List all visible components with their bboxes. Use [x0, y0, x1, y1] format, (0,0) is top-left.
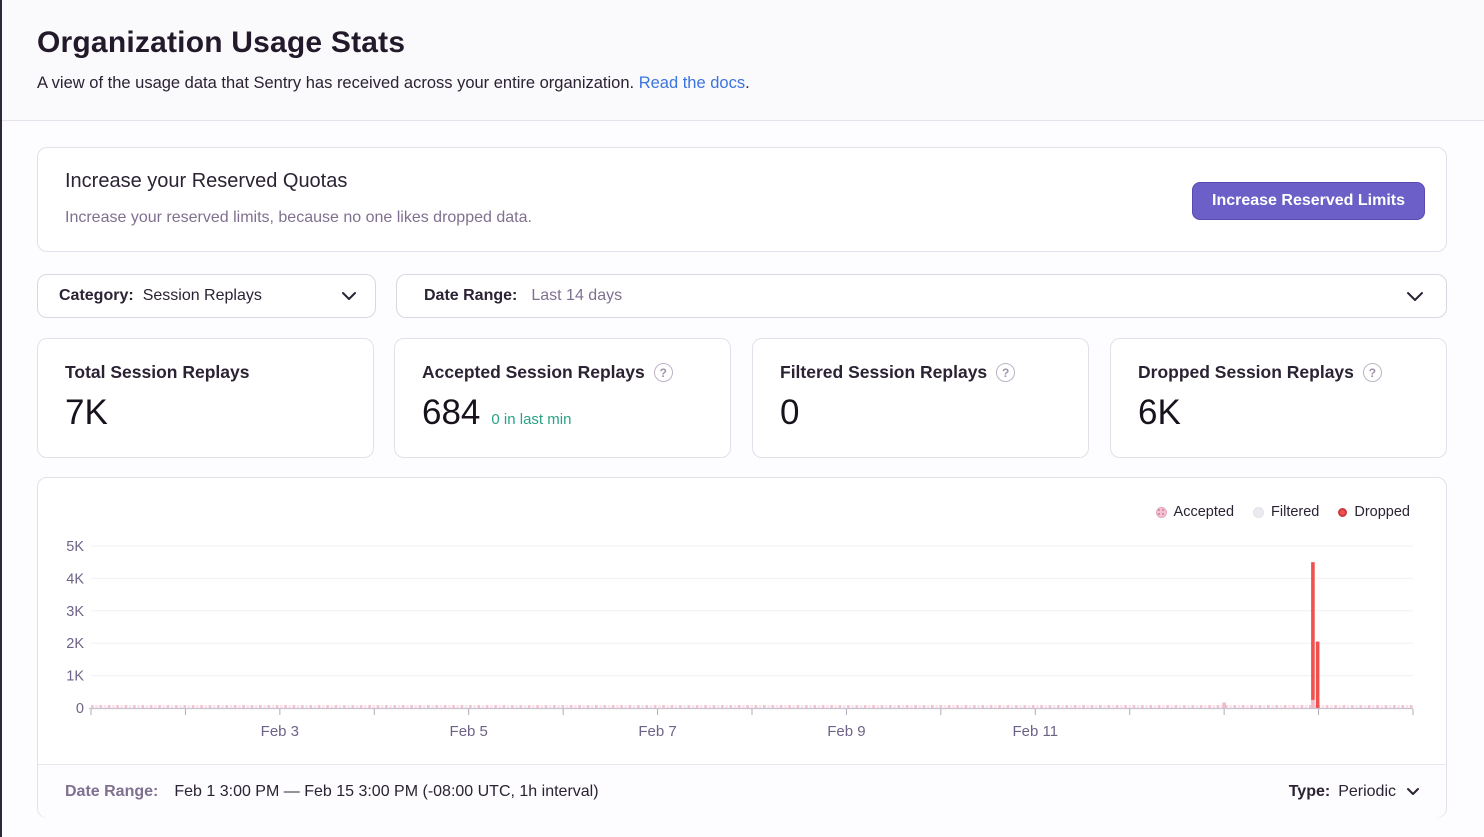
app-left-edge [0, 0, 2, 837]
read-the-docs-link[interactable]: Read the docs [639, 74, 745, 92]
svg-text:Feb 7: Feb 7 [638, 723, 676, 740]
page-subtitle-period: . [745, 74, 750, 92]
svg-text:Feb 11: Feb 11 [1012, 723, 1058, 740]
legend-label: Filtered [1271, 504, 1319, 520]
category-select[interactable]: Category: Session Replays [37, 274, 376, 318]
stat-card-trend: 0 in last min [491, 411, 571, 428]
page-subtitle: A view of the usage data that Sentry has… [37, 74, 1447, 93]
legend-item-filtered[interactable]: Filtered [1253, 504, 1319, 520]
accepted-series-icon [1156, 507, 1167, 518]
chevron-down-icon [1406, 787, 1420, 796]
stat-card-value: 0 [780, 393, 799, 433]
footer-date-range-value: Feb 1 3:00 PM — Feb 15 3:00 PM (-08:00 U… [174, 783, 598, 801]
legend-item-accepted[interactable]: Accepted [1156, 504, 1234, 520]
chart-footer: Date Range: Feb 1 3:00 PM — Feb 15 3:00 … [38, 764, 1446, 818]
legend-label: Dropped [1354, 504, 1410, 520]
stat-card-value: 684 [422, 393, 480, 433]
category-select-value: Session Replays [143, 287, 262, 305]
page-title: Organization Usage Stats [37, 26, 1447, 60]
legend-label: Accepted [1174, 504, 1234, 520]
stat-card-value: 7K [65, 393, 108, 433]
dropped-series-icon [1338, 508, 1347, 517]
svg-text:Feb 9: Feb 9 [827, 723, 865, 740]
stat-card-title: Dropped Session Replays [1138, 362, 1354, 383]
svg-text:2K: 2K [66, 636, 84, 652]
usage-chart[interactable]: Feb 3 Feb 5 Feb 7 Feb 9 Feb 11 0 1K 2K 3K 4K 5K Ac… [38, 478, 1446, 764]
svg-text:Feb 5: Feb 5 [450, 723, 488, 740]
chevron-down-icon [1406, 291, 1424, 302]
page-subtitle-text: A view of the usage data that Sentry has… [37, 74, 634, 92]
usage-chart-card: Feb 3 Feb 5 Feb 7 Feb 9 Feb 11 0 1K 2K 3K 4K 5K Ac… [37, 477, 1447, 818]
type-select-label: Type: [1289, 783, 1330, 801]
help-icon[interactable]: ? [996, 363, 1015, 382]
chart-legend: Accepted Filtered Dropped [1156, 504, 1410, 520]
stat-card-accepted: Accepted Session Replays ? 684 0 in last… [394, 338, 731, 458]
type-select-value: Periodic [1338, 783, 1396, 801]
increase-reserved-limits-button[interactable]: Increase Reserved Limits [1192, 182, 1425, 220]
date-range-select-value: Last 14 days [531, 287, 622, 305]
svg-text:Feb 3: Feb 3 [261, 723, 299, 740]
type-select[interactable]: Type: Periodic [1289, 783, 1420, 801]
stat-card-filtered: Filtered Session Replays ? 0 [752, 338, 1089, 458]
svg-text:3K: 3K [66, 604, 84, 620]
category-select-label: Category: [59, 287, 134, 305]
svg-text:5K: 5K [66, 539, 84, 555]
page-header: Organization Usage Stats A view of the u… [0, 0, 1484, 121]
svg-text:4K: 4K [66, 571, 84, 587]
reserved-quota-banner: Increase your Reserved Quotas Increase y… [37, 147, 1447, 252]
legend-item-dropped[interactable]: Dropped [1338, 504, 1410, 520]
footer-date-range-label: Date Range: [65, 783, 158, 801]
date-range-select[interactable]: Date Range: Last 14 days [396, 274, 1447, 318]
stat-card-dropped: Dropped Session Replays ? 6K [1110, 338, 1447, 458]
help-icon[interactable]: ? [654, 363, 673, 382]
help-icon[interactable]: ? [1363, 363, 1382, 382]
chevron-down-icon [341, 291, 357, 301]
stat-card-value: 6K [1138, 393, 1181, 433]
svg-text:1K: 1K [66, 669, 84, 685]
stat-card-title: Accepted Session Replays [422, 362, 645, 383]
stat-card-title: Filtered Session Replays [780, 362, 987, 383]
usage-chart-svg: Feb 3 Feb 5 Feb 7 Feb 9 Feb 11 0 1K 2K 3K 4K 5K [38, 478, 1446, 764]
filtered-series-icon [1253, 507, 1264, 518]
stat-card-total: Total Session Replays 7K [37, 338, 374, 458]
svg-text:0: 0 [76, 701, 84, 717]
stat-card-title: Total Session Replays [65, 362, 249, 383]
date-range-select-label: Date Range: [424, 287, 517, 305]
